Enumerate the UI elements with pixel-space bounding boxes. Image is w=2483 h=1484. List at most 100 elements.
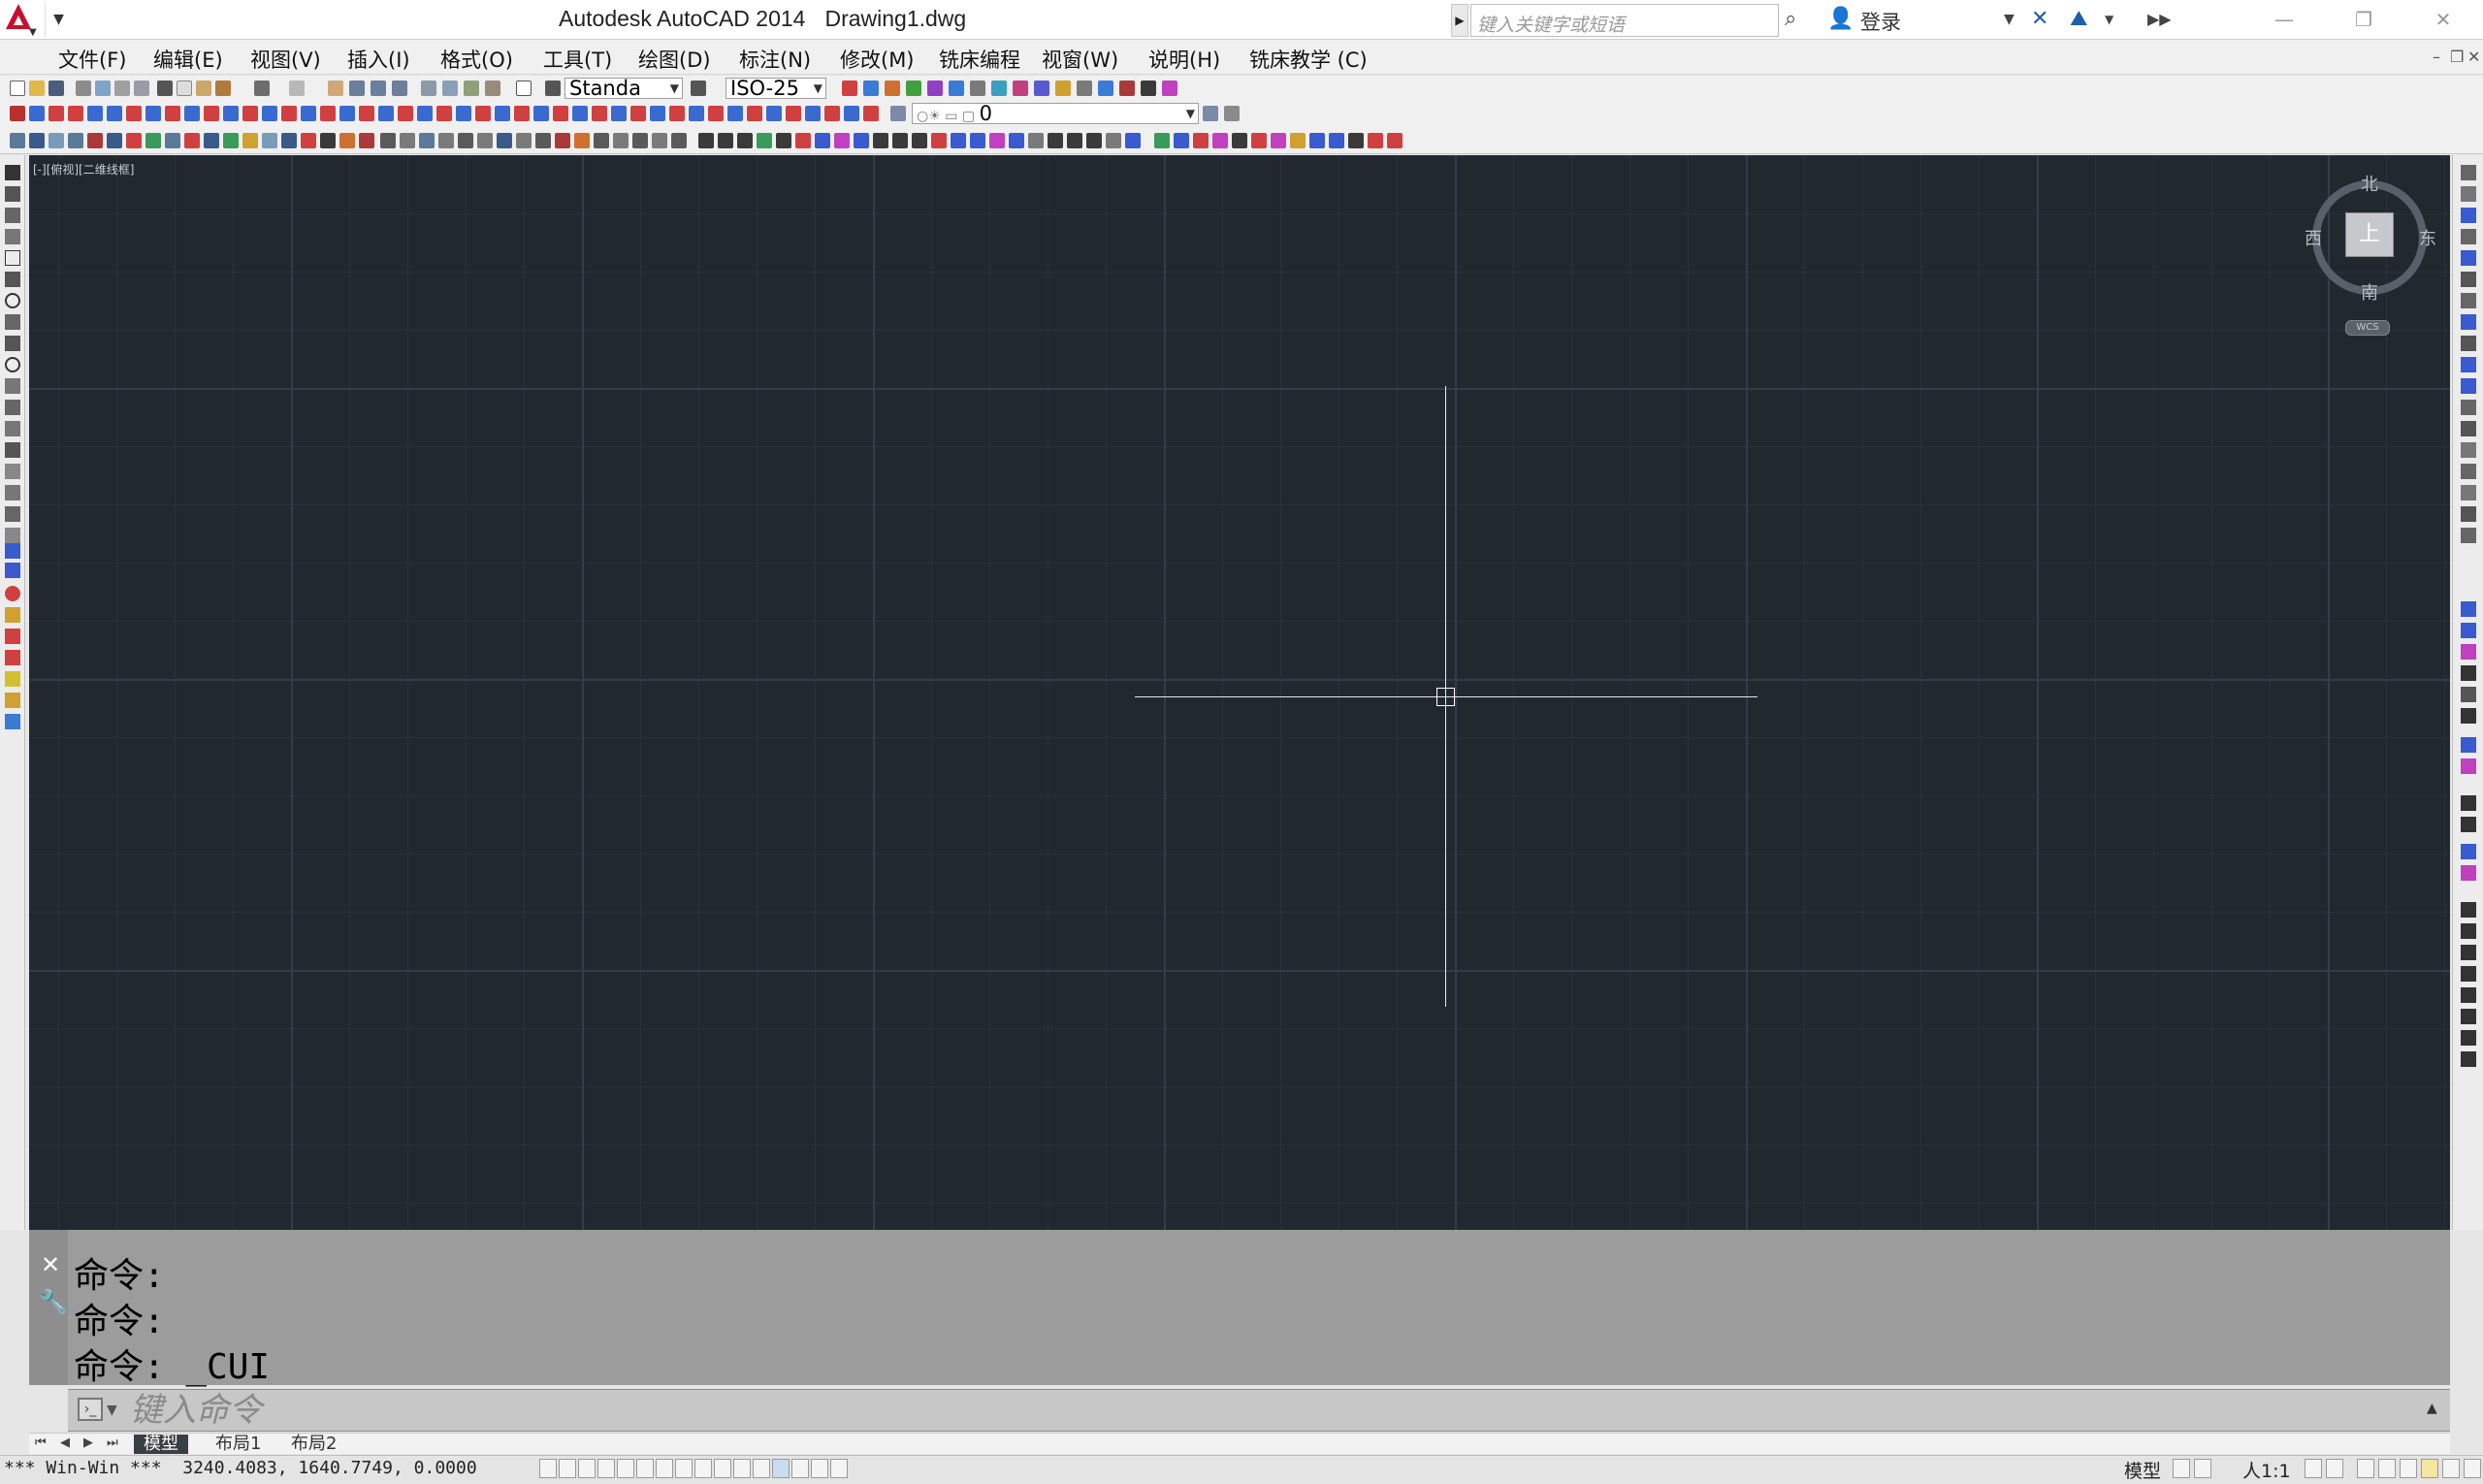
login-button[interactable]: 登录 xyxy=(1860,7,1901,36)
command-input[interactable] xyxy=(130,1391,2361,1430)
milling-tool-icon[interactable] xyxy=(533,106,549,121)
rectangle-icon[interactable] xyxy=(5,250,20,266)
draw-tool-icon[interactable] xyxy=(165,133,180,148)
user-icon[interactable]: 👤 xyxy=(1827,6,1854,33)
viewcube[interactable]: 上 北 南 西 东 WCS xyxy=(2305,171,2440,345)
milling-tool-icon[interactable] xyxy=(611,106,627,121)
program-tool-icon[interactable] xyxy=(2461,795,2476,811)
program-tool-icon[interactable] xyxy=(2461,966,2476,982)
milling-tool-icon[interactable] xyxy=(689,106,704,121)
dynamic-ucs-toggle[interactable] xyxy=(694,1459,712,1478)
hatch-icon[interactable] xyxy=(5,464,20,479)
cnc-tool-icon[interactable] xyxy=(931,133,947,148)
tab-first-icon[interactable]: ⏮ xyxy=(35,1436,47,1450)
undo-icon[interactable] xyxy=(254,81,270,96)
sheet-set-icon[interactable] xyxy=(485,81,500,96)
target-icon[interactable] xyxy=(5,586,20,601)
program-tool-icon[interactable] xyxy=(2461,1009,2476,1024)
cnc-tool-icon[interactable] xyxy=(1387,133,1403,148)
dynamic-input-toggle[interactable] xyxy=(714,1459,731,1478)
cnc-tool-icon[interactable] xyxy=(1106,133,1121,148)
milling-tool-icon[interactable] xyxy=(165,106,180,121)
lock-ui-button[interactable] xyxy=(2378,1459,2396,1478)
3d-print-icon[interactable] xyxy=(134,81,149,96)
cnc-tool-icon[interactable] xyxy=(1290,133,1306,148)
modify-tool-icon[interactable] xyxy=(2461,528,2476,543)
circle-icon[interactable] xyxy=(5,293,20,308)
new-icon[interactable] xyxy=(10,81,25,96)
ellipse-arc-icon[interactable] xyxy=(5,378,20,394)
cnc-tool-icon[interactable] xyxy=(1174,133,1189,148)
program-tool-icon[interactable] xyxy=(2461,623,2476,638)
milling-tool-icon[interactable] xyxy=(572,106,588,121)
cnc-tool-icon[interactable] xyxy=(776,133,791,148)
arc-icon[interactable] xyxy=(5,272,20,287)
zoom-previous-icon[interactable] xyxy=(392,81,407,96)
viewport-controls-label[interactable]: [-][俯视][二维线框] xyxy=(33,161,134,177)
doc-minimize-icon[interactable]: – xyxy=(2433,48,2440,66)
dimension-icon[interactable] xyxy=(5,543,20,559)
help-expand-icon[interactable]: ▶▶ xyxy=(2147,6,2172,33)
cnc-tool-icon[interactable] xyxy=(1251,133,1267,148)
modify-tool-icon[interactable] xyxy=(516,133,532,148)
layer-select[interactable]: ○☀ ▭ ▢ 0 ▼ xyxy=(912,103,1199,124)
tab-layout1[interactable]: 布局1 xyxy=(206,1435,271,1454)
snap-mode-toggle[interactable] xyxy=(559,1459,576,1478)
cnc-tool-icon[interactable] xyxy=(834,133,850,148)
quick-view-layouts-button[interactable] xyxy=(2173,1459,2190,1478)
ortho-mode-toggle[interactable] xyxy=(597,1459,615,1478)
milling-tool-icon[interactable] xyxy=(145,106,161,121)
line-icon[interactable] xyxy=(5,165,20,180)
break-icon[interactable] xyxy=(2461,400,2476,415)
milling-tool-icon[interactable] xyxy=(262,106,277,121)
milling-tool-icon[interactable] xyxy=(747,106,762,121)
draw-tool-icon[interactable] xyxy=(223,133,239,148)
tab-last-icon[interactable]: ⏭ xyxy=(107,1436,118,1450)
exchange-apps-icon[interactable]: ✕ xyxy=(2031,6,2048,33)
search-expand-button[interactable]: ▶ xyxy=(1451,4,1468,37)
minimize-button[interactable]: — xyxy=(2244,0,2324,39)
dim-style-icon[interactable] xyxy=(691,81,706,96)
polyline-icon[interactable] xyxy=(5,208,20,223)
gradient-icon[interactable] xyxy=(5,485,20,500)
toolbar-tool-2-icon[interactable] xyxy=(863,81,879,96)
draw-tool-icon[interactable] xyxy=(204,133,219,148)
extend-icon[interactable] xyxy=(2461,378,2476,394)
search-input[interactable]: 键入关键字或短语 xyxy=(1470,4,1779,37)
cnc-tool-icon[interactable] xyxy=(1086,133,1102,148)
modify-tool-icon[interactable] xyxy=(419,133,435,148)
compass-west[interactable]: 西 xyxy=(2305,225,2322,250)
draw-tool-icon[interactable] xyxy=(29,133,45,148)
360-dropdown-icon[interactable]: ▼ xyxy=(2105,6,2113,33)
milling-tool-icon[interactable] xyxy=(417,106,433,121)
modify-tool-icon[interactable] xyxy=(671,133,687,148)
program-tool-icon[interactable] xyxy=(2461,1051,2476,1067)
lineweight-toggle[interactable] xyxy=(733,1459,751,1478)
quick-view-drawings-button[interactable] xyxy=(2194,1459,2211,1478)
modify-tool-icon[interactable] xyxy=(458,133,473,148)
draw-tool-icon[interactable] xyxy=(281,133,297,148)
milling-tool-icon[interactable] xyxy=(727,106,743,121)
modify-tool-icon[interactable] xyxy=(632,133,648,148)
program-tool-icon[interactable] xyxy=(2461,865,2476,881)
tool-palettes-icon[interactable] xyxy=(464,81,479,96)
3d-object-snap-toggle[interactable] xyxy=(656,1459,673,1478)
draw-tool-icon[interactable] xyxy=(359,133,374,148)
milling-tool-icon[interactable] xyxy=(669,106,685,121)
cnc-tool-icon[interactable] xyxy=(718,133,733,148)
layer-properties-icon[interactable] xyxy=(890,106,906,121)
multiline-text-icon[interactable] xyxy=(5,504,20,520)
draw-tool-icon[interactable] xyxy=(48,133,64,148)
autodesk-360-icon[interactable]: ⛰ xyxy=(2070,6,2087,33)
program-tool-icon[interactable] xyxy=(2461,687,2476,702)
cnc-tool-icon[interactable] xyxy=(892,133,908,148)
text-style-select[interactable]: Standa ▼ xyxy=(564,78,683,99)
milling-tool-icon[interactable] xyxy=(398,106,413,121)
blend-icon[interactable] xyxy=(2461,506,2476,522)
modify-tool-icon[interactable] xyxy=(400,133,415,148)
dim-style-select[interactable]: ISO-25 ▼ xyxy=(726,78,826,99)
program-tool-icon[interactable] xyxy=(2461,923,2476,939)
ellipse-icon[interactable] xyxy=(5,357,20,372)
dimension-linear-icon[interactable] xyxy=(5,563,20,578)
milling-tool-icon[interactable] xyxy=(359,106,374,121)
